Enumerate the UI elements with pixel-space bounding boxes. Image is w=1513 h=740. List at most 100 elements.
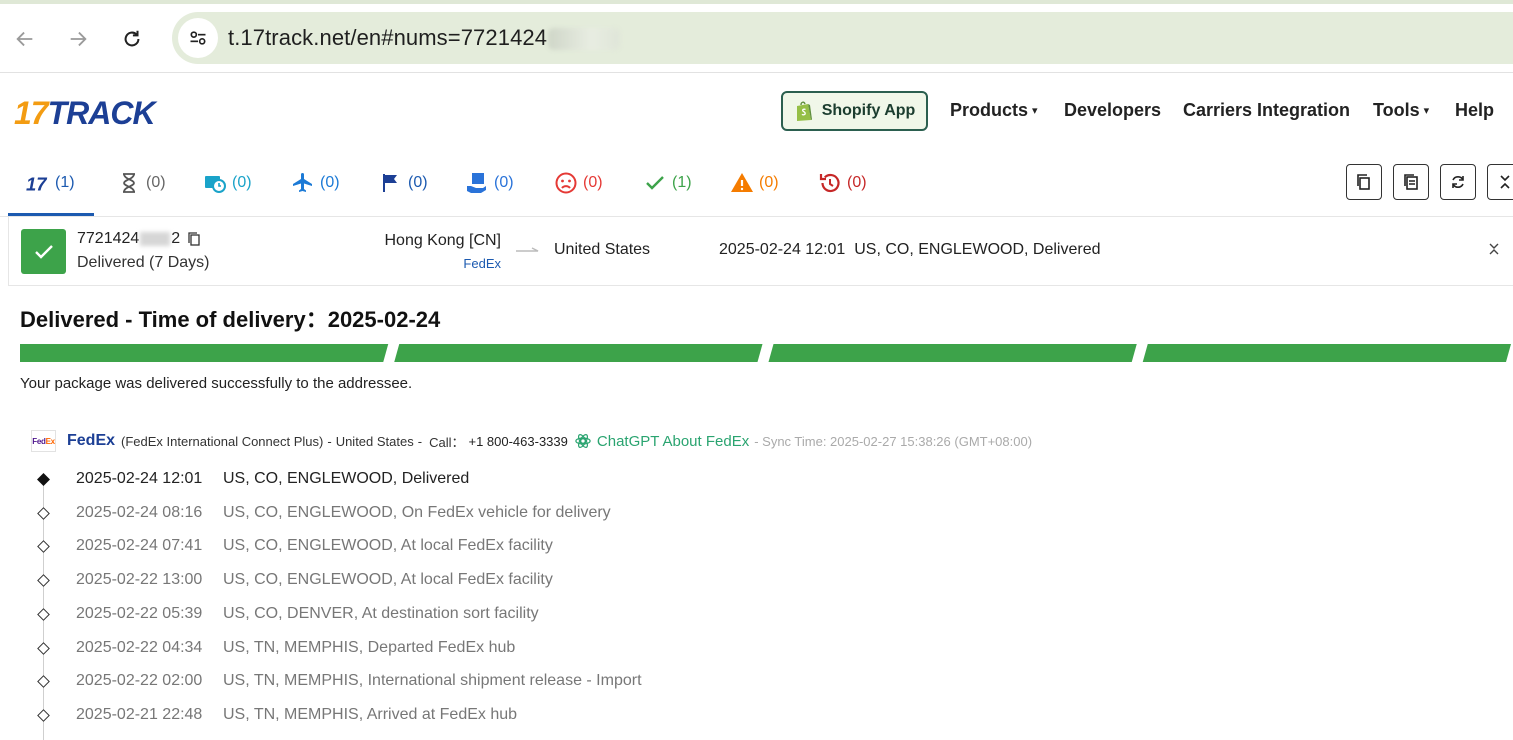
timeline-node-icon: [37, 472, 50, 486]
event-time: 2025-02-21 22:48: [76, 706, 203, 723]
back-button[interactable]: [8, 22, 42, 56]
chatgpt-about-carrier-label: ChatGPT About FedEx: [596, 432, 750, 450]
event-description: US, CO, ENGLEWOOD, At local FedEx facili…: [223, 571, 553, 588]
flag-icon: [383, 174, 397, 192]
timeline-event: 2025-02-22 04:34 US, TN, MEMPHIS, Depart…: [31, 631, 831, 665]
progress-segment: [768, 344, 1137, 362]
shipment-summary-row[interactable]: 7721424 2 Delivered (7 Days) Hong Kong [C…: [8, 217, 1513, 286]
event-time: 2025-02-22 02:00: [76, 672, 203, 689]
delivery-progress-bar: [20, 344, 1511, 362]
tab-alert-count: (0): [759, 174, 779, 191]
history-icon: [819, 173, 840, 193]
forward-button[interactable]: [61, 22, 95, 56]
delivered-status-badge: [21, 229, 66, 274]
route-arrow-icon: [516, 247, 539, 252]
menu-tools[interactable]: Tools ▾: [1373, 100, 1429, 121]
expand-toggle-icon[interactable]: [1487, 241, 1501, 257]
menu-carriers-integration[interactable]: Carriers Integration: [1183, 100, 1350, 121]
timeline-event: 2025-02-22 13:00 US, CO, ENGLEWOOD, At l…: [31, 563, 831, 597]
copy-button[interactable]: [1346, 164, 1382, 200]
event-description: US, CO, ENGLEWOOD, Delivered: [223, 470, 470, 487]
logo-track: TRACK: [47, 95, 156, 131]
timeline-event: 2025-02-22 05:39 US, CO, DENVER, At dest…: [31, 597, 831, 631]
carrier-name-link[interactable]: FedEx: [67, 432, 115, 450]
copy-list-button[interactable]: [1393, 164, 1429, 200]
event-description: US, TN, MEMPHIS, Arrived at FedEx hub: [223, 706, 518, 723]
menu-products[interactable]: Products ▾: [950, 100, 1038, 121]
timeline-node-icon: [37, 573, 50, 587]
17track-logo[interactable]: 17TRACK: [14, 95, 156, 132]
delivery-title: Delivered - Time of delivery：2025-02-24: [20, 307, 441, 332]
menu-tools-label: Tools: [1373, 100, 1420, 120]
tab-expired-count: (0): [847, 174, 867, 191]
event-time: 2025-02-22 13:00: [76, 571, 203, 588]
tab-all[interactable]: 17 (1): [26, 169, 75, 197]
hourglass-icon: [123, 173, 135, 193]
shopify-app-label: Shopify App: [821, 102, 916, 119]
origin-country: Hong Kong [CN]: [384, 232, 501, 249]
event-description: US, TN, MEMPHIS, International shipment …: [223, 672, 642, 689]
tab-expired[interactable]: (0): [818, 169, 867, 197]
collapse-all-button[interactable]: [1487, 164, 1513, 200]
airplane-icon: [293, 173, 312, 192]
carrier-separator: -: [417, 433, 423, 449]
timeline-event: 2025-02-24 08:16 US, CO, ENGLEWOOD, On F…: [31, 496, 831, 530]
tracking-number-suffix: 2: [171, 230, 181, 247]
copy-icon[interactable]: [186, 231, 202, 247]
tab-not-found[interactable]: (0): [117, 169, 166, 197]
timeline-event: 2025-02-24 07:41 US, CO, ENGLEWOOD, At l…: [31, 529, 831, 563]
svg-text:17: 17: [26, 173, 47, 194]
menu-help[interactable]: Help: [1455, 100, 1494, 121]
chatgpt-icon: [575, 434, 591, 448]
menu-help-label: Help: [1455, 100, 1495, 120]
carrier-service: (FedEx International Connect Plus): [121, 433, 324, 449]
site-info-button[interactable]: [178, 18, 218, 58]
chevron-down-icon: ▾: [1423, 105, 1430, 117]
tab-not-found-count: (0): [146, 174, 166, 191]
arrow-right-icon: [70, 31, 87, 47]
timeline-node-icon: [37, 607, 50, 621]
fedex-logo-ex: Ex: [45, 436, 55, 446]
tab-pick-up[interactable]: (0): [379, 169, 428, 197]
browser-tab-strip-edge: [0, 0, 1513, 4]
shopify-bag-icon: [796, 101, 812, 121]
carrier-info: Fed Ex FedEx (FedEx International Connect…: [31, 430, 1032, 452]
refresh-icon: [1452, 176, 1464, 188]
tab-undelivered-count: (0): [583, 174, 603, 191]
tab-delivered-count: (1): [672, 174, 692, 191]
tab-undelivered[interactable]: (0): [554, 169, 603, 197]
progress-segment: [1142, 344, 1511, 362]
tab-info-received[interactable]: (0): [203, 169, 252, 197]
shopify-app-button[interactable]: Shopify App: [781, 91, 928, 131]
tab-out-for-delivery[interactable]: (0): [465, 169, 514, 197]
check-icon: [34, 244, 53, 259]
tab-pick-up-count: (0): [408, 174, 428, 191]
event-time: 2025-02-24 08:16: [76, 504, 203, 521]
tab-alert[interactable]: (0): [730, 169, 779, 197]
carrier-phone[interactable]: +1 800-463-3339: [468, 434, 567, 449]
site-header: 17TRACK Shopify App Products ▾ Developers…: [0, 73, 1513, 149]
chevron-down-icon: ▾: [1032, 105, 1038, 117]
tab-delivered[interactable]: (1): [643, 169, 692, 197]
address-bar[interactable]: t.17track.net/en#nums=7721424: [172, 12, 1513, 64]
event-description: US, TN, MEMPHIS, Departed FedEx hub: [223, 639, 516, 656]
tab-in-transit[interactable]: (0): [291, 169, 340, 197]
refresh-button[interactable]: [1440, 164, 1476, 200]
tracking-number-prefix: 7721424: [77, 230, 140, 247]
menu-developers[interactable]: Developers: [1064, 100, 1161, 121]
origin-carrier-link[interactable]: FedEx: [463, 256, 501, 271]
tracking-number-redaction: [140, 232, 171, 246]
timeline-event: 2025-02-22 02:00 US, TN, MEMPHIS, Intern…: [31, 664, 831, 698]
url-text: t.17track.net/en#nums=7721424: [228, 25, 621, 51]
fedex-logo: Fed Ex: [31, 430, 56, 452]
latest-event: 2025-02-24 12:01 US, CO, ENGLEWOOD, Deli…: [719, 241, 1101, 258]
sync-time: - Sync Time: 2025-02-27 15:38:26 (GMT+08…: [754, 433, 1033, 449]
timeline-node-icon: [37, 506, 50, 520]
timeline-node-icon: [37, 539, 50, 553]
timeline-node-icon: [37, 641, 50, 655]
reload-button[interactable]: [115, 22, 149, 56]
arrow-left-icon: [16, 31, 33, 47]
chatgpt-about-carrier-link[interactable]: ChatGPT About FedEx: [574, 432, 749, 450]
timeline-node-icon: [37, 674, 50, 688]
menu-carriers-integration-label: Carriers Integration: [1183, 100, 1351, 120]
